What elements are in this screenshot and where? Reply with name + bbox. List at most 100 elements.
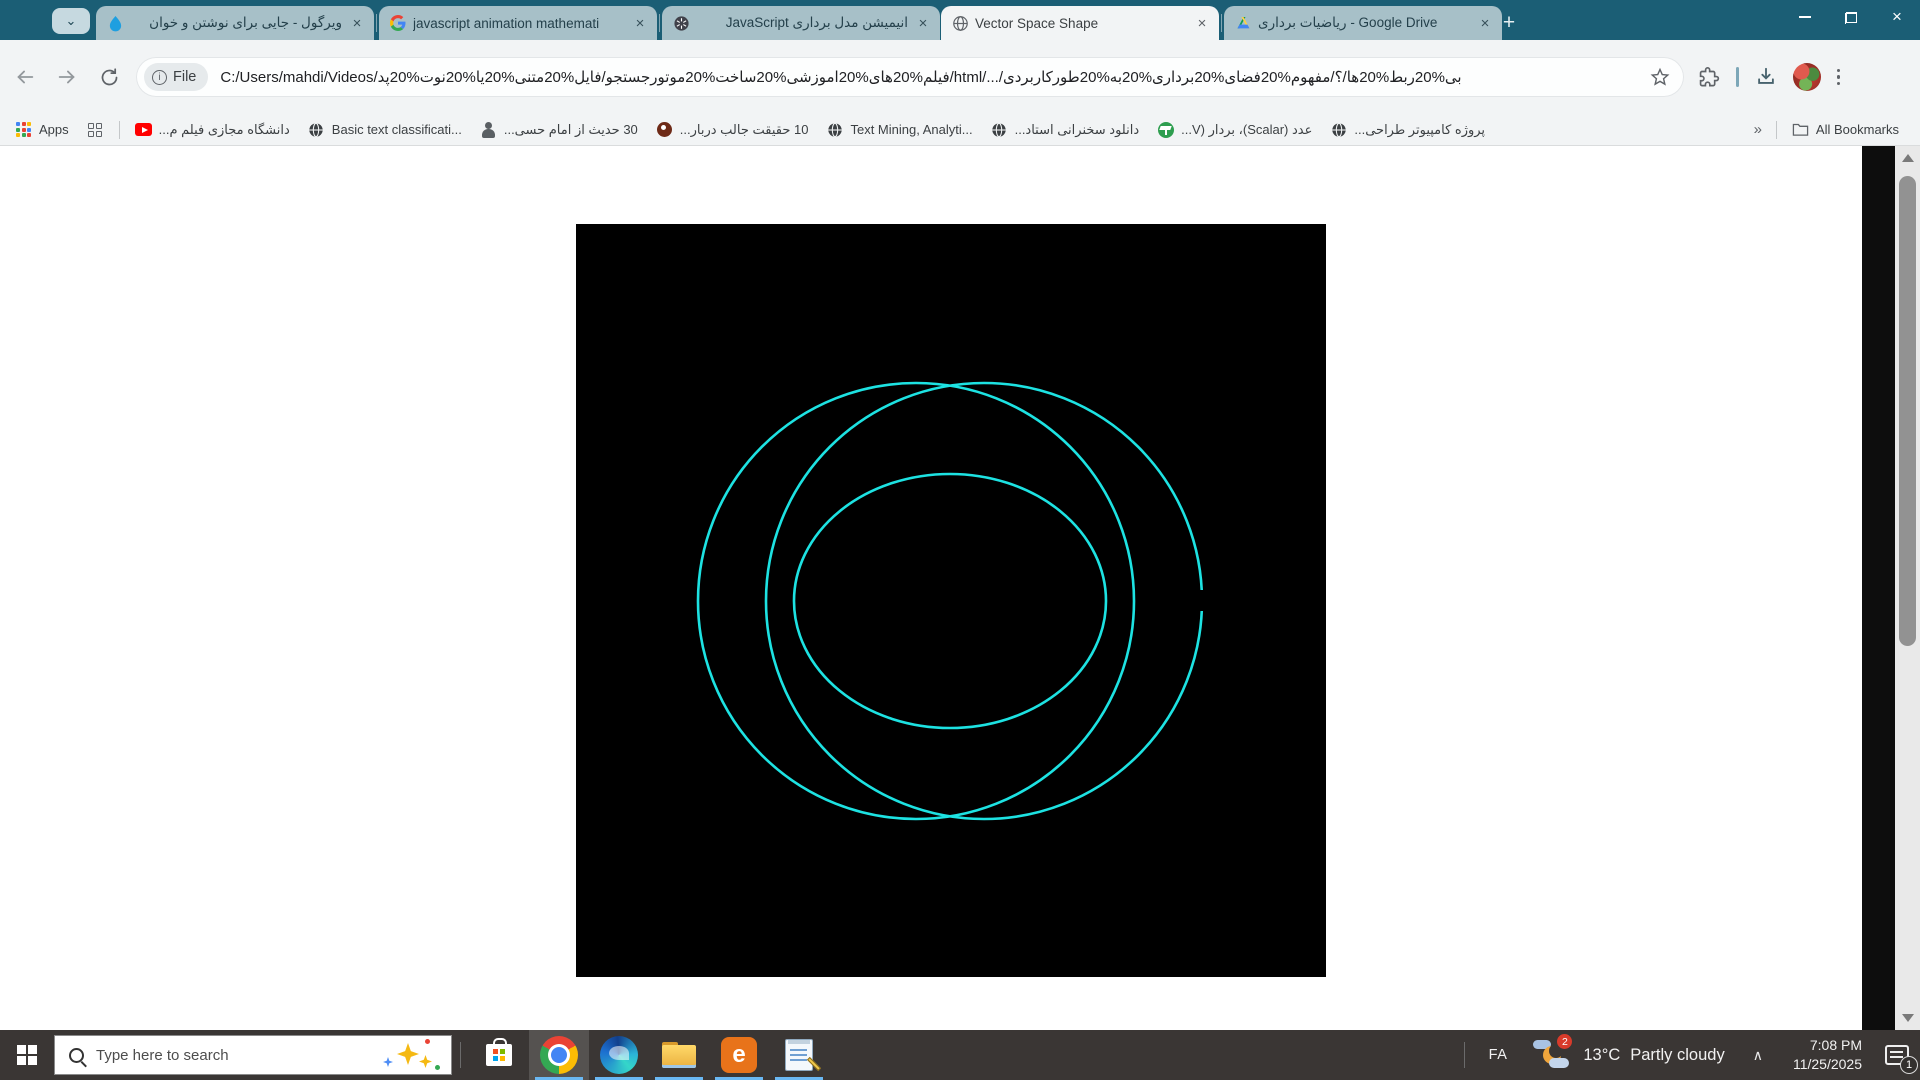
tab-strip-menu-button[interactable]: ⌄ xyxy=(52,8,90,34)
weather-widget[interactable]: 2 13°C Partly cloudy xyxy=(1523,1038,1734,1072)
window-minimize-button[interactable] xyxy=(1782,0,1828,34)
extensions-icon[interactable] xyxy=(1698,66,1720,88)
chevron-down-icon: ⌄ xyxy=(66,13,77,29)
search-icon xyxy=(69,1048,84,1063)
tab-google-drive[interactable]: ریاضیات برداری - Google Drive × xyxy=(1224,6,1502,40)
close-icon: × xyxy=(1892,7,1902,27)
tab-close-icon[interactable]: × xyxy=(348,14,366,32)
reload-button[interactable] xyxy=(92,60,126,94)
vector-circle-left xyxy=(698,383,1134,819)
tab-strip: ویرگول - جایی برای نوشتن و خوان × javasc… xyxy=(96,6,1502,40)
search-placeholder: Type here to search xyxy=(96,1047,377,1064)
download-icon[interactable] xyxy=(1755,66,1777,88)
toolbar-divider xyxy=(1736,67,1739,87)
apps-label: Apps xyxy=(39,122,69,137)
clock-time: 7:08 PM xyxy=(1793,1036,1862,1055)
taskbar-app-edge[interactable] xyxy=(589,1030,649,1080)
tab-close-icon[interactable]: × xyxy=(631,14,649,32)
taskbar-app-file-explorer[interactable] xyxy=(649,1030,709,1080)
tab-close-icon[interactable]: × xyxy=(1476,14,1494,32)
edge-icon xyxy=(600,1036,638,1074)
action-center-button[interactable]: 1 xyxy=(1874,1030,1920,1080)
tray-expand-icon[interactable]: ∧ xyxy=(1735,1047,1781,1064)
window-close-button[interactable]: × xyxy=(1874,0,1920,34)
bookmark-label: 30 حدیث از امام حسی... xyxy=(504,122,638,138)
bookmark-star-icon[interactable] xyxy=(1650,67,1670,87)
back-button[interactable] xyxy=(8,60,42,94)
new-tab-button[interactable]: + xyxy=(1496,10,1522,36)
bookmark-item[interactable]: دانشگاه مجازی فیلم م... xyxy=(126,118,299,142)
address-bar[interactable]: i File C:/Users/mahdi/Videos/فیلم%20های%… xyxy=(136,57,1684,97)
bookmark-label: دانشگاه مجازی فیلم م... xyxy=(159,122,290,138)
apps-shortcut[interactable]: Apps xyxy=(6,118,78,142)
taskbar-app-chrome[interactable] xyxy=(529,1030,589,1080)
bookmarks-divider xyxy=(119,121,120,139)
taskbar-app-store[interactable] xyxy=(469,1030,529,1080)
file-chip-label: File xyxy=(173,69,196,85)
tab-title: انیمیشن مدل برداری JavaScript xyxy=(696,15,908,31)
taskbar: Type here to search e FA xyxy=(0,1030,1920,1080)
globe-icon xyxy=(951,14,969,32)
windows-logo-icon xyxy=(17,1045,37,1065)
tab-separator xyxy=(659,14,660,32)
bookmark-item[interactable]: پروژه کامپیوتر طراحی... xyxy=(1321,118,1494,142)
tab-close-icon[interactable]: × xyxy=(1193,14,1211,32)
tab-title: ریاضیات برداری - Google Drive xyxy=(1258,15,1470,31)
bookmark-label: Text Mining, Analyti... xyxy=(850,122,972,137)
scroll-down-icon[interactable] xyxy=(1902,1014,1914,1022)
info-icon: i xyxy=(152,70,167,85)
google-drive-icon xyxy=(1234,14,1252,32)
youtube-icon xyxy=(135,121,152,138)
page-scrollbar[interactable] xyxy=(1895,146,1920,1030)
forward-button[interactable] xyxy=(50,60,84,94)
page-edge-strip xyxy=(1862,146,1895,1030)
file-explorer-icon xyxy=(662,1042,696,1068)
taskbar-app-notepad[interactable] xyxy=(769,1030,829,1080)
globe-icon xyxy=(826,121,843,138)
reading-list-button[interactable] xyxy=(78,118,113,142)
all-bookmarks-button[interactable]: All Bookmarks xyxy=(1783,118,1908,142)
collections-icon xyxy=(87,121,104,138)
tab-virgool[interactable]: ویرگول - جایی برای نوشتن و خوان × xyxy=(96,6,374,40)
tab-google-search[interactable]: javascript animation mathemati × xyxy=(379,6,657,40)
bookmark-label: دانلود سخنرانی استاد... xyxy=(1015,122,1140,138)
apps-grid-icon xyxy=(15,121,32,138)
bookmark-item[interactable]: Basic text classificati... xyxy=(299,118,471,142)
scroll-up-icon[interactable] xyxy=(1902,154,1914,162)
restore-icon xyxy=(1846,12,1857,23)
globe-icon xyxy=(308,121,325,138)
taskbar-tray: FA 2 13°C Partly cloudy ∧ 7:08 PM 11/25/… xyxy=(1456,1030,1920,1080)
language-indicator[interactable]: FA xyxy=(1473,1047,1524,1063)
partly-cloudy-night-icon: 2 xyxy=(1533,1038,1573,1072)
brown-dot-icon xyxy=(656,121,673,138)
start-button[interactable] xyxy=(0,1030,54,1080)
tab-vector-space-shape[interactable]: Vector Space Shape × xyxy=(941,6,1219,40)
page-content xyxy=(0,146,1920,1030)
url-scheme-chip[interactable]: i File xyxy=(144,63,208,91)
virgool-drop-icon xyxy=(106,14,124,32)
notification-badge: 1 xyxy=(1900,1056,1918,1074)
browser-toolbar: i File C:/Users/mahdi/Videos/فیلم%20های%… xyxy=(0,40,1920,114)
bookmarks-divider xyxy=(1776,121,1777,139)
taskbar-clock[interactable]: 7:08 PM 11/25/2025 xyxy=(1781,1036,1874,1074)
bookmark-label: 10 حقیقت جالب دربار... xyxy=(680,122,809,138)
tab-close-icon[interactable]: × xyxy=(914,14,932,32)
person-icon xyxy=(480,121,497,138)
window-restore-button[interactable] xyxy=(1828,0,1874,34)
scrollbar-thumb[interactable] xyxy=(1899,176,1916,646)
tab-chatgpt[interactable]: انیمیشن مدل برداری JavaScript × xyxy=(662,6,940,40)
profile-avatar[interactable] xyxy=(1793,63,1821,91)
taskbar-app-orange[interactable]: e xyxy=(709,1030,769,1080)
bookmark-item[interactable]: عدد (Scalar)، بردار (V... xyxy=(1148,118,1321,142)
bookmark-item[interactable]: دانلود سخنرانی استاد... xyxy=(982,118,1149,142)
all-bookmarks-label: All Bookmarks xyxy=(1816,122,1899,137)
bookmark-item[interactable]: 10 حقیقت جالب دربار... xyxy=(647,118,818,142)
bookmark-item[interactable]: 30 حدیث از امام حسی... xyxy=(471,118,647,142)
orange-e-icon: e xyxy=(721,1037,757,1073)
bookmarks-overflow-icon[interactable]: » xyxy=(1746,121,1770,138)
browser-menu-icon[interactable] xyxy=(1837,69,1841,86)
taskbar-search-input[interactable]: Type here to search xyxy=(54,1035,452,1075)
bookmark-item[interactable]: Text Mining, Analyti... xyxy=(817,118,981,142)
url-text[interactable]: C:/Users/mahdi/Videos/فیلم%20های%20اموزش… xyxy=(220,68,1650,86)
graduation-cap-icon xyxy=(1157,121,1174,138)
